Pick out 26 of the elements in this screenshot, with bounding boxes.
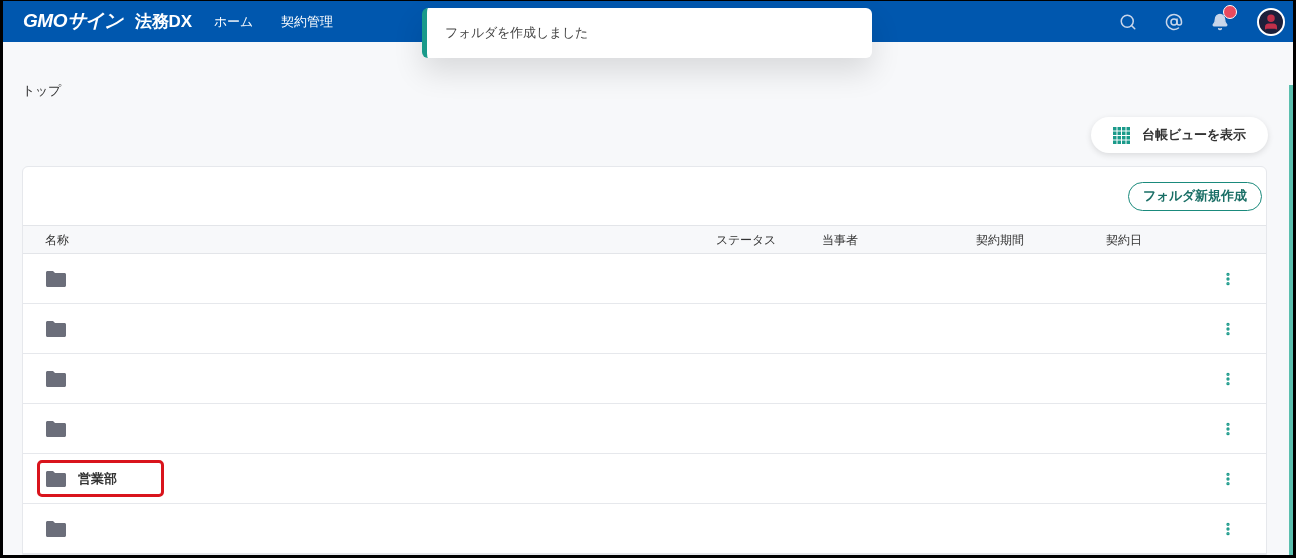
folder-icon (46, 520, 66, 537)
avatar[interactable] (1257, 7, 1285, 36)
bell-icon[interactable] (1211, 12, 1229, 31)
mention-icon[interactable] (1165, 12, 1183, 31)
column-header: ステータス (716, 232, 776, 247)
column-header: 契約期間 (976, 232, 1024, 247)
nav-link[interactable]: 契約管理 (281, 11, 334, 32)
column-header: 当事者 (822, 232, 858, 247)
folder-icon (46, 270, 66, 287)
product-name: 法務DX (134, 10, 193, 33)
grid-icon (1113, 126, 1130, 144)
logo: GMOサイン (23, 9, 123, 34)
table-row[interactable]: 営業部 (23, 454, 1266, 504)
breadcrumb[interactable]: トップ (22, 80, 1267, 100)
toast-message: フォルダを作成しました (445, 24, 588, 43)
column-header: 名称 (45, 232, 69, 247)
folder-icon (46, 420, 66, 437)
folder-name: 営業部 (78, 469, 117, 488)
folder-icon (46, 470, 66, 487)
search-icon[interactable] (1119, 12, 1137, 31)
ledger-view-button[interactable]: 台帳ビューを表示 (1091, 117, 1268, 153)
folder-icon (46, 320, 66, 337)
folder-icon (46, 370, 66, 387)
column-header: 契約日 (1106, 232, 1142, 247)
new-folder-button[interactable]: フォルダ新規作成 (1128, 181, 1262, 211)
nav-link[interactable]: ホーム (214, 11, 254, 32)
